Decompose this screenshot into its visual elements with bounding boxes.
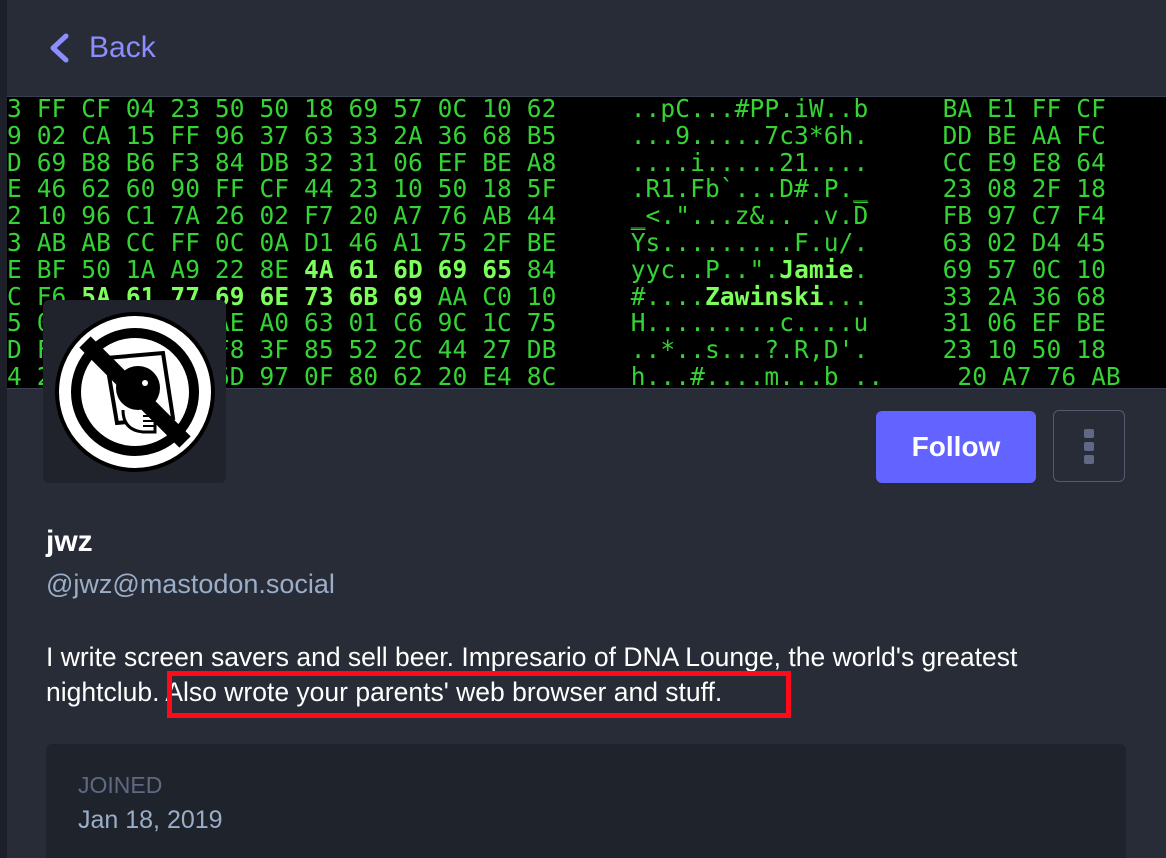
hex-dump-highlight: 4A 61 6D 69 65 <box>304 254 512 284</box>
follow-label: Follow <box>911 431 1001 462</box>
joined-date: Jan 18, 2019 <box>78 806 223 834</box>
hex-dump-text: 3 AB AB CC FF 0C 0A D1 46 A1 75 2F BE Y̅… <box>7 228 1106 257</box>
profile-bio: I write screen savers and sell beer. Imp… <box>46 640 1126 710</box>
hex-dump-line: 3 AB AB CC FF 0C 0A D1 46 A1 75 2F BE Y̅… <box>7 228 1106 257</box>
no-screaming-face-avatar <box>55 312 215 472</box>
account-handle: @jwz@mastodon.social <box>46 569 335 599</box>
left-column-edge <box>0 0 7 858</box>
ellipsis-vertical-icon <box>1084 429 1094 464</box>
hex-dump-highlight: Zawinski <box>704 281 824 311</box>
hex-dump-text: E 46 62 60 90 FF CF 44 23 10 50 18 5F .R… <box>7 174 1106 204</box>
hex-dump-text: ... 33 2A 36 68 <box>823 281 1106 311</box>
hex-dump-line: E BF 50 1A A9 22 8E 4A 61 6D 69 65 84 yy… <box>7 254 1106 284</box>
back-button[interactable]: Back <box>47 26 156 70</box>
hex-dump-text: 2 10 96 C1 7A 26 02 F7 20 A7 76 AB 44 _<… <box>7 201 1106 231</box>
joined-label: JOINED <box>78 772 163 798</box>
bio-highlighted-text: Also wrote your parents' web browser and… <box>165 677 723 707</box>
avatar[interactable] <box>43 300 226 483</box>
column-header: Back <box>7 0 1166 97</box>
chevron-left-icon <box>50 33 69 63</box>
hex-dump-line: E 46 62 60 90 FF CF 44 23 10 50 18 5F .R… <box>7 174 1106 204</box>
hex-dump-line: 9 02 CA 15 FF 96 37 63 33 2A 36 68 B5 ..… <box>7 120 1106 150</box>
hex-dump-text: 9 02 CA 15 FF 96 37 63 33 2A 36 68 B5 ..… <box>7 120 1106 150</box>
hex-dump-line: D 69 B8 B6 F3 84 DB 32 31 06 EF BE A8 ..… <box>7 147 1106 177</box>
hex-dump-text: 84 yyc..P..". <box>511 254 780 284</box>
hex-dump-line: 3 FF CF 04 23 50 50 18 69 57 0C 10 62 ..… <box>7 97 1106 123</box>
hex-dump-text: 3 FF CF 04 23 50 50 18 69 57 0C 10 62 ..… <box>7 97 1106 123</box>
back-label: Back <box>89 31 156 64</box>
hex-dump-text: D 69 B8 B6 F3 84 DB 32 31 06 EF BE A8 ..… <box>7 147 1106 177</box>
hex-dump-line: 2 10 96 C1 7A 26 02 F7 20 A7 76 AB 44 _<… <box>7 201 1106 231</box>
more-options-button[interactable] <box>1053 410 1125 482</box>
follow-button[interactable]: Follow <box>876 411 1036 483</box>
hex-dump-text: E BF 50 1A A9 22 8E <box>7 254 305 284</box>
profile-fields: JOINED Jan 18, 2019 <box>46 744 1126 858</box>
hex-dump-text: . 69 57 0C 10 <box>853 254 1106 284</box>
hex-dump-highlight: Jamie <box>779 254 854 284</box>
hex-dump-text: AA C0 10 #.... <box>422 281 705 311</box>
display-name: jwz <box>46 525 93 558</box>
